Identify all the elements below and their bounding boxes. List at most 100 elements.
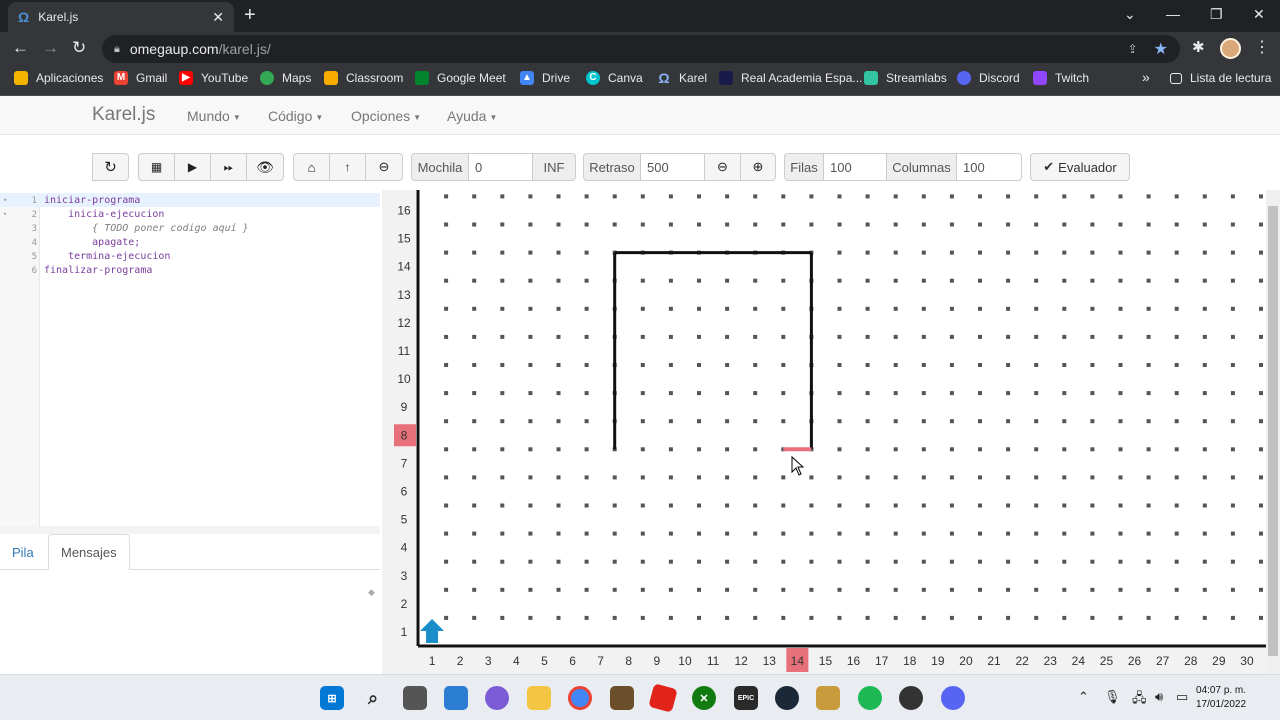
grid-corner-dot (1034, 334, 1039, 339)
close-tab-icon[interactable]: ✕ (212, 9, 224, 26)
new-tab-icon[interactable]: + (244, 5, 256, 25)
roblox-icon[interactable] (648, 683, 678, 713)
grid-corner-dot (1174, 475, 1179, 480)
minecraft-icon[interactable] (610, 686, 634, 710)
bookmark-google-meet[interactable]: Google Meet (415, 71, 506, 85)
code-editor[interactable]: ▾ ▾ 1 iniciar-programa 2 inicia-ejecucion 3… (0, 193, 380, 526)
grid-corner-dot (865, 194, 870, 199)
obs-icon[interactable] (899, 686, 923, 710)
decrease-delay-button[interactable]: ⊖ (704, 153, 741, 181)
tray-chevron-icon[interactable]: ⌃ (1078, 689, 1089, 705)
run-button[interactable]: ▶ (174, 153, 211, 181)
panel-splitter[interactable] (0, 526, 380, 534)
resize-handle-icon[interactable]: ◆ (368, 587, 375, 598)
menu-mundo[interactable]: Mundo ▼ (187, 108, 241, 124)
bookmark-karel[interactable]: Ω Karel (657, 71, 707, 85)
grid-corner-dot (556, 447, 561, 452)
infinite-beepers-button[interactable]: INF (532, 153, 576, 181)
bookmark-gmail[interactable]: M Gmail (114, 71, 167, 85)
grid-corner-dot (921, 250, 926, 255)
reading-list-button[interactable]: Lista de lectura (1170, 71, 1271, 85)
karel-world[interactable]: 1 2 3 4 5 6 7 8 9 10 11 12 13 14 15 16 1 2 3 4 5 6 7 8 9 10 11 12 13… (382, 190, 1280, 674)
browser-tab[interactable]: Ω Karel.js ✕ (8, 2, 234, 32)
battery-icon[interactable]: ▭ (1176, 689, 1188, 705)
mochila-input[interactable]: 0 (469, 153, 532, 181)
spotify-icon[interactable] (858, 686, 882, 710)
step-forward-button[interactable]: ⏩︎ (210, 153, 247, 181)
bookmark-discord[interactable]: Discord (957, 71, 1020, 85)
steam-icon[interactable] (775, 686, 799, 710)
grid-corner-dot (809, 194, 814, 199)
grid-corner-dot (893, 278, 898, 283)
rae-icon (719, 71, 733, 85)
maximize-icon[interactable]: ❐ (1210, 6, 1223, 23)
grid-corner-dot (640, 391, 645, 396)
grid-corner-dot (444, 531, 449, 536)
grid-corner-dot (1118, 250, 1123, 255)
increase-delay-button[interactable]: ⊕ (740, 153, 776, 181)
app-brand[interactable]: Karel.js (92, 104, 155, 126)
bookmark-twitch[interactable]: Twitch (1033, 71, 1089, 85)
tab-pila[interactable]: Pila (0, 534, 46, 570)
network-icon[interactable]: 🖧 (1132, 689, 1147, 711)
profile-avatar[interactable] (1220, 38, 1241, 59)
discord-icon[interactable] (941, 686, 965, 710)
bookmark-star-icon[interactable]: ★ (1154, 39, 1168, 59)
bookmark-rae[interactable]: Real Academia Espa... (719, 71, 862, 85)
share-icon[interactable]: ⇪ (1128, 42, 1138, 56)
scrollbar-thumb[interactable] (1268, 206, 1278, 656)
teams-chat-icon[interactable] (485, 686, 509, 710)
future-view-button[interactable]: 👁︎ (246, 153, 284, 181)
bookmark-youtube[interactable]: ▶ YouTube (179, 71, 248, 85)
bookmarks-overflow-icon[interactable]: » (1142, 69, 1150, 85)
filas-input[interactable]: 100 (824, 153, 886, 181)
taskbar-clock[interactable]: 04:07 p. m. 17/01/2022 (1196, 684, 1246, 712)
home-button[interactable]: ⌂ (293, 153, 330, 181)
xbox-icon[interactable]: ✕ (692, 686, 716, 710)
volume-icon[interactable]: 🔊︎ (1155, 689, 1163, 705)
minimize-icon[interactable]: — (1166, 6, 1180, 22)
bookmark-canva[interactable]: C Canva (586, 71, 643, 85)
epic-games-icon[interactable]: EPIC (734, 686, 758, 710)
widgets-icon[interactable] (444, 686, 468, 710)
step-button[interactable]: ↑ (329, 153, 366, 181)
grid-corner-dot (921, 278, 926, 283)
stop-button[interactable]: ⊖ (365, 153, 403, 181)
world-scrollbar[interactable] (1266, 190, 1280, 674)
browser-menu-icon[interactable]: ⋮ (1254, 37, 1270, 57)
minus-circle-icon: ⊖ (378, 159, 390, 174)
retraso-input[interactable]: 500 (641, 153, 704, 181)
bookmark-maps[interactable]: Maps (260, 71, 311, 85)
forward-icon[interactable]: → (42, 38, 59, 58)
menu-opciones[interactable]: Opciones ▼ (351, 108, 421, 124)
bookmark-streamlabs[interactable]: Streamlabs (864, 71, 947, 85)
bookmark-drive[interactable]: ▲ Drive (520, 71, 570, 85)
start-icon[interactable]: ⊞ (320, 686, 344, 710)
menu-codigo[interactable]: Código ▼ (268, 108, 323, 124)
window-close-icon[interactable]: ✕ (1253, 6, 1265, 23)
compile-button[interactable]: ▦ (138, 153, 175, 181)
columnas-input[interactable]: 100 (957, 153, 1022, 181)
grid-corner-dot (444, 559, 449, 564)
league-icon[interactable] (816, 686, 840, 710)
microphone-icon[interactable]: 🎙︎ (1104, 689, 1121, 705)
bookmark-classroom[interactable]: Classroom (324, 71, 403, 85)
back-icon[interactable]: ← (12, 38, 29, 58)
search-icon[interactable]: ⌕ (361, 686, 385, 710)
reset-button[interactable]: ↻ (92, 153, 129, 181)
grid-corner-dot (1174, 391, 1179, 396)
tab-search-icon[interactable]: ⌄ (1124, 6, 1136, 23)
grid-corner-dot (640, 531, 645, 536)
eye-icon: 👁︎ (256, 158, 274, 175)
evaluador-button[interactable]: ✔ Evaluador (1030, 153, 1130, 181)
reload-icon[interactable]: ↻ (72, 38, 86, 58)
task-view-icon[interactable] (403, 686, 427, 710)
bookmark-aplicaciones[interactable]: Aplicaciones (14, 71, 103, 85)
menu-ayuda[interactable]: Ayuda ▼ (447, 108, 497, 124)
address-bar[interactable]: 🔒︎ omegaup.com /karel.js/ ⇪ ★ (102, 35, 1180, 63)
file-explorer-icon[interactable] (527, 686, 551, 710)
extensions-puzzle-icon[interactable]: ✱ (1192, 38, 1205, 56)
tab-mensajes[interactable]: Mensajes (48, 534, 130, 570)
world-canvas[interactable]: 123456789101112131415161 2 3 4 5 6 7 8 9 10 11 12 13… (382, 190, 1266, 674)
chrome-icon[interactable] (568, 686, 592, 710)
